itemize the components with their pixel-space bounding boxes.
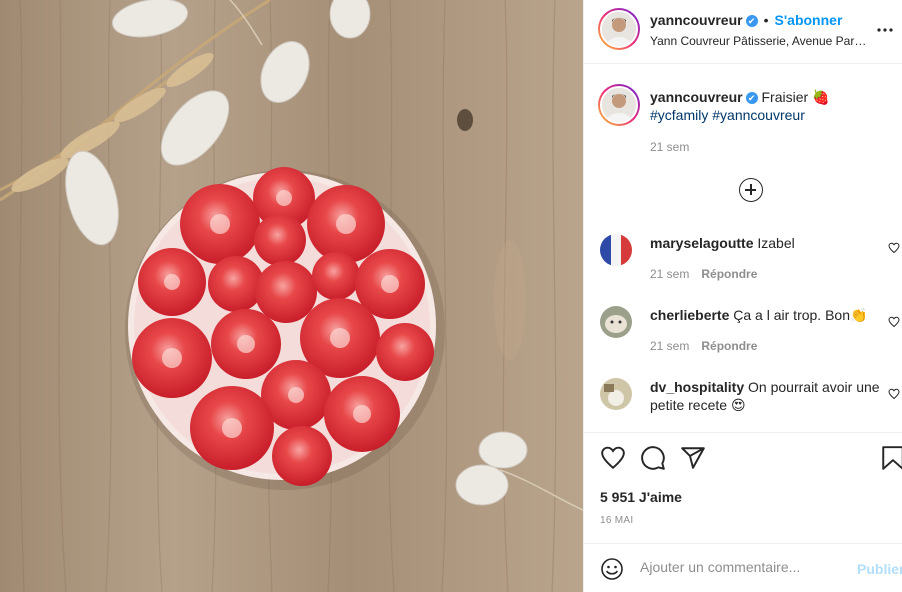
comment-like-heart-icon[interactable] [888, 388, 900, 400]
comment-text: dv_hospitality On pourrait avoir une pet… [650, 378, 882, 414]
comment-timestamp[interactable]: 21 sem [650, 339, 689, 353]
caption-username[interactable]: yanncouvreur [650, 89, 743, 105]
likes-count[interactable]: 5 951 J'aime [600, 489, 682, 505]
post-header: yanncouvreur ✔ • S'abonner Yann Couvreur Pâ… [584, 0, 902, 64]
add-comment-bar: Publier [584, 543, 902, 592]
comment-like-heart-icon[interactable] [888, 242, 900, 254]
reply-button[interactable]: Répondre [701, 267, 757, 281]
hashtag-link[interactable]: #ycfamily [650, 107, 708, 123]
comment-input[interactable] [640, 559, 840, 575]
more-options-icon[interactable] [873, 18, 897, 47]
commenter-username[interactable]: cherlieberte [650, 307, 729, 323]
strawberry-emoji: 🍓 [812, 89, 830, 105]
post-date[interactable]: 16 MAI [600, 515, 633, 526]
clap-emoji: 👏 [850, 307, 868, 323]
post-location[interactable]: Yann Couvreur Pâtisserie, Avenue Parment… [650, 34, 870, 48]
separator-dot: • [763, 12, 769, 28]
verified-badge-icon: ✔ [745, 15, 758, 27]
follow-button[interactable]: S'abonner [775, 12, 843, 28]
author-avatar[interactable] [598, 8, 640, 50]
comment-body: Ça a l air trop. Bon [733, 307, 850, 323]
commenter-avatar[interactable] [600, 234, 632, 266]
emoji-picker-icon[interactable] [600, 557, 624, 581]
post-photo[interactable] [0, 0, 583, 592]
comment-icon[interactable] [640, 445, 666, 471]
caption-timestamp[interactable]: 21 sem [650, 140, 689, 154]
caption-text: yanncouvreur ✔ Fraisier 🍓 #ycfamily #yann… [650, 88, 890, 124]
heart-eyes-emoji: 😍 [730, 397, 746, 413]
load-more-comments-icon[interactable] [739, 178, 763, 202]
caption-author-avatar[interactable] [598, 84, 640, 126]
author-photo [602, 12, 636, 46]
comment-meta: 21 sem Répondre [650, 339, 757, 353]
commenter-avatar[interactable] [600, 306, 632, 338]
verified-badge-icon: ✔ [745, 92, 758, 104]
commenter-username[interactable]: maryselagoutte [650, 235, 753, 251]
fraisier-photo [0, 0, 583, 592]
comment-text: maryselagoutte Izabel [650, 234, 882, 252]
like-heart-icon[interactable] [600, 445, 626, 471]
header-title-line: yanncouvreur ✔ • S'abonner [650, 12, 842, 28]
author-photo [602, 88, 636, 122]
caption-body: Fraisier [761, 89, 809, 105]
comment-body: Izabel [757, 235, 795, 251]
publish-button[interactable]: Publier [857, 561, 902, 577]
comment-like-heart-icon[interactable] [888, 316, 900, 328]
save-bookmark-icon[interactable] [880, 445, 902, 471]
hashtag-link[interactable]: #yanncouvreur [712, 107, 805, 123]
reply-button[interactable]: Répondre [701, 339, 757, 353]
commenter-username[interactable]: dv_hospitality [650, 379, 744, 395]
commenter-avatar[interactable] [600, 378, 632, 410]
post-side-panel: yanncouvreur ✔ • S'abonner Yann Couvreur Pâ… [583, 0, 902, 592]
author-username[interactable]: yanncouvreur [650, 12, 743, 28]
post-actions: 5 951 J'aime 16 MAI [584, 432, 902, 542]
comment-meta: 21 sem Répondre [650, 267, 757, 281]
share-icon[interactable] [680, 445, 706, 471]
comment-timestamp[interactable]: 21 sem [650, 267, 689, 281]
comment-text: cherlieberte Ça a l air trop. Bon👏 [650, 306, 882, 324]
